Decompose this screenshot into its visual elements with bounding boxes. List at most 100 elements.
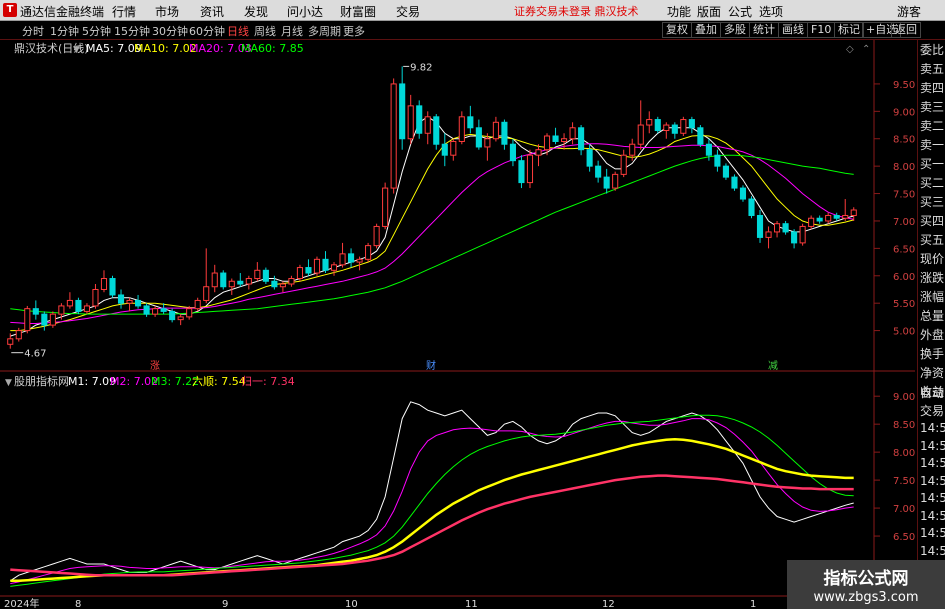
date-label-dec: 12 <box>602 599 615 609</box>
candle-body-down <box>416 105 423 134</box>
tab-1min[interactable]: 1分钟 <box>50 23 79 39</box>
candle-body-up <box>612 173 619 189</box>
menu-item-market[interactable]: 市场 <box>155 3 179 20</box>
quote-field-label[interactable]: 买四 <box>920 213 945 230</box>
menu-item-quotes[interactable]: 行情 <box>112 3 136 20</box>
candle-body-down <box>32 308 39 315</box>
quote-field-label[interactable]: 涨跌 <box>920 270 945 287</box>
menu-item-formula[interactable]: 公式 <box>728 3 752 20</box>
tab-intraday[interactable]: 分时 <box>22 23 44 39</box>
candle-body-up <box>245 278 252 285</box>
tab-weekly[interactable]: 周线 <box>254 23 276 39</box>
overlay-button[interactable]: 叠加 <box>691 22 721 38</box>
indicator-expand-icon[interactable]: ▼ <box>5 378 12 388</box>
tab-60min[interactable]: 60分钟 <box>189 23 225 39</box>
quote-field-label[interactable]: 卖一 <box>920 137 945 154</box>
back-button[interactable]: 返回 <box>891 22 921 38</box>
draw-line-button[interactable]: 画线 <box>778 22 808 38</box>
menu-item-ask[interactable]: 问小达 <box>287 3 323 20</box>
quote-field-label[interactable]: 涨幅 <box>920 289 945 306</box>
tab-15min[interactable]: 15分钟 <box>114 23 150 39</box>
quote-field-label[interactable]: 卖四 <box>920 80 945 97</box>
candle-body-down <box>518 160 525 184</box>
trade-time: 14:56 <box>920 526 945 540</box>
indicator-tick-label: 9.00 <box>893 392 915 403</box>
quote-field-label[interactable]: 外盘 <box>920 327 945 344</box>
menu-item-discover[interactable]: 发现 <box>244 3 268 20</box>
candle-body-up <box>24 308 31 332</box>
menu-item-layout[interactable]: 版面 <box>697 3 721 20</box>
quote-field-label[interactable]: 买二 <box>920 175 945 192</box>
candle-body-down <box>756 214 764 238</box>
candle-body-up <box>58 305 65 315</box>
quote-field-label[interactable]: 卖三 <box>920 99 945 116</box>
f10-button[interactable]: F10 <box>807 22 836 38</box>
multi-stock-button[interactable]: 多股 <box>720 22 750 38</box>
tab-5min[interactable]: 5分钟 <box>82 23 111 39</box>
price-tick-label: 6.50 <box>893 244 915 255</box>
candle-body-down <box>595 165 602 178</box>
quote-field-label[interactable]: 卖五 <box>920 61 945 78</box>
menu-item-trade[interactable]: 交易 <box>396 3 420 20</box>
event-marker-finance[interactable]: 财 <box>426 359 436 372</box>
candle-body-up <box>194 299 201 310</box>
quote-panel: 委比 卖五 卖四 卖三 卖二 卖一 买一 买二 买三 买四 买五 现价 涨跌 涨幅 总量 外盘 换手 净资 收益 自动… <box>917 40 945 609</box>
event-marker-reduce[interactable]: 减 <box>768 360 778 372</box>
menu-item-wealth[interactable]: 财富圈 <box>340 3 376 20</box>
candle-body-up <box>382 187 389 227</box>
quote-field-label[interactable]: 委比 <box>920 42 945 59</box>
quote-field-label[interactable]: 现价 <box>920 251 945 268</box>
collapse-icon[interactable]: ⌃ <box>862 44 870 55</box>
diamond-icon[interactable]: ◇ <box>846 44 854 55</box>
indicator-lines <box>10 401 854 587</box>
candle-body-down <box>671 124 678 134</box>
price-tick-label: 6.00 <box>893 272 915 283</box>
menu-item-news[interactable]: 资讯 <box>200 3 224 20</box>
candle-body-down <box>654 119 661 132</box>
quote-field-label[interactable]: 净资 <box>920 365 945 382</box>
quote-field-label[interactable]: 总量 <box>920 308 945 325</box>
candle-body-down <box>816 217 823 222</box>
candle-body-up <box>356 258 363 263</box>
quote-field-label[interactable]: 买一 <box>920 156 945 173</box>
price-tick-label: 9.50 <box>893 80 915 91</box>
trade-time: 14:56 <box>920 473 945 488</box>
date-label-sep: 9 <box>222 599 228 609</box>
auto-trade-label: 交易 <box>920 403 945 418</box>
kline-chart[interactable]: 5.00 5.50 6.00 6.50 7.00 7.50 8.00 8.50 9.00 9.50… <box>0 40 915 609</box>
quote-field-label[interactable]: 卖二 <box>920 118 945 135</box>
price-tick-label: 8.50 <box>893 135 915 146</box>
tab-30min[interactable]: 30分钟 <box>152 23 188 39</box>
candle-body-down <box>705 143 712 156</box>
quote-field-label[interactable]: 买五 <box>920 232 945 249</box>
quote-field-label[interactable]: 换手 <box>920 346 945 363</box>
statistics-button[interactable]: 统计 <box>749 22 779 38</box>
candle-body-up <box>296 267 303 280</box>
candle-body-down <box>688 119 695 129</box>
auto-trade-label: 自动 <box>920 386 945 400</box>
candle-body-up <box>203 286 210 301</box>
menu-item-options[interactable]: 选项 <box>759 3 783 20</box>
legend-m1: M1: 7.09 <box>68 375 116 388</box>
event-marker-up[interactable]: 涨 <box>150 360 160 372</box>
candle-body-down <box>586 149 593 167</box>
candle-body-up <box>450 140 457 156</box>
quote-field-label[interactable]: 买三 <box>920 194 945 211</box>
menu-item-function[interactable]: 功能 <box>667 3 691 20</box>
tab-daily[interactable]: 日线 <box>227 23 249 39</box>
candle-body-up <box>526 154 534 184</box>
guest-label[interactable]: 游客 <box>897 3 921 20</box>
candle-body-up <box>458 116 465 142</box>
tab-more[interactable]: 更多 <box>343 23 365 39</box>
tab-multi-period[interactable]: 多周期 <box>308 23 341 39</box>
watermark-url: www.zbgs3.com <box>813 590 919 605</box>
legend-expand-icon[interactable]: ▼ <box>73 45 80 55</box>
adjust-button[interactable]: 复权 <box>662 22 692 38</box>
candle-body-up <box>186 308 193 318</box>
tab-monthly[interactable]: 月线 <box>281 23 303 39</box>
candle-body-down <box>578 127 585 151</box>
candle-body-down <box>135 299 142 307</box>
candle-body-up <box>842 214 849 219</box>
legend-guiyi: 归一: 7.34 <box>241 374 295 388</box>
mark-button[interactable]: 标记 <box>834 22 864 38</box>
